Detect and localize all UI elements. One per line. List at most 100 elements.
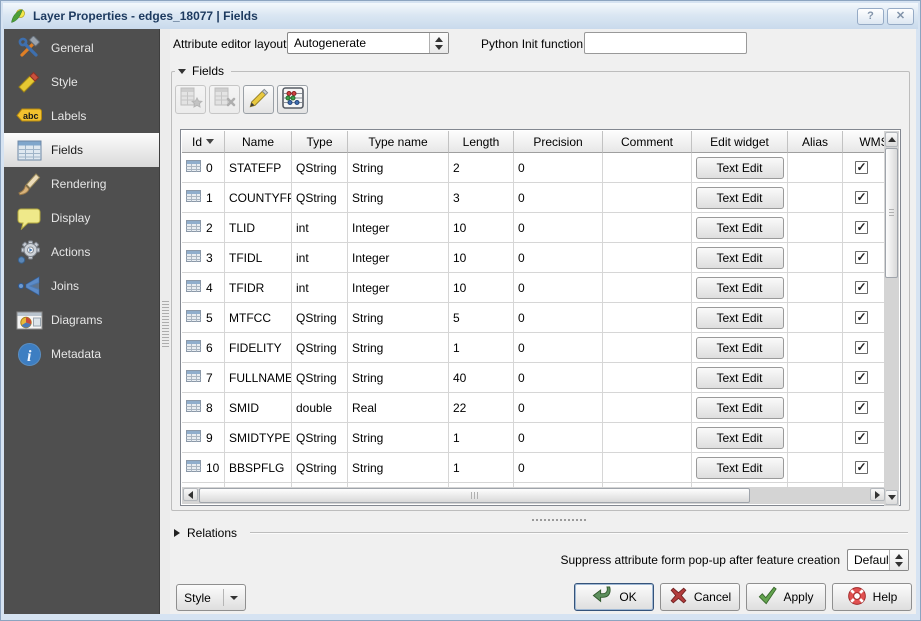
sidebar-item-general[interactable]: General <box>4 31 159 65</box>
combobox-spinner <box>429 33 448 53</box>
sidebar-splitter-handle[interactable] <box>159 29 170 614</box>
text-edit-widget-button[interactable]: Text Edit <box>696 277 784 299</box>
text-edit-widget-button[interactable]: Text Edit <box>696 367 784 389</box>
style-menu-button[interactable]: Style <box>176 584 246 611</box>
table-header-row: IdNameTypeType nameLengthPrecisionCommen… <box>182 131 885 153</box>
vertical-scrollbar[interactable] <box>884 131 899 506</box>
cell-wms: ✓ <box>843 273 885 303</box>
field-row[interactable]: 7FULLNAMEQStringString400Text Edit✓ <box>182 363 885 393</box>
cancel-x-icon <box>669 586 688 608</box>
field-row[interactable]: 8SMIDdoubleReal220Text Edit✓ <box>182 393 885 423</box>
field-row[interactable]: 2TLIDintInteger100Text Edit✓ <box>182 213 885 243</box>
text-edit-widget-button[interactable]: Text Edit <box>696 247 784 269</box>
sidebar-item-joins[interactable]: Joins <box>4 269 159 303</box>
cell-text: String <box>352 431 383 445</box>
cancel-button[interactable]: Cancel <box>660 583 740 611</box>
column-header-wms[interactable]: WMS <box>843 131 885 153</box>
vertical-scroll-thumb[interactable] <box>885 148 898 278</box>
column-header-comment[interactable]: Comment <box>603 131 692 153</box>
help-button-label: Help <box>873 590 898 604</box>
field-row[interactable]: 3TFIDLintInteger100Text Edit✓ <box>182 243 885 273</box>
panel-splitter-handle[interactable] <box>530 517 586 522</box>
text-edit-widget-button[interactable]: Text Edit <box>696 427 784 449</box>
cell-precision: 0 <box>514 183 603 213</box>
field-row[interactable]: 1COUNTYFPQStringString30Text Edit✓ <box>182 183 885 213</box>
text-edit-widget-button[interactable]: Text Edit <box>696 217 784 239</box>
wms-checkbox[interactable]: ✓ <box>855 341 868 354</box>
field-row[interactable]: 5MTFCCQStringString50Text Edit✓ <box>182 303 885 333</box>
sidebar-item-label: Rendering <box>51 177 106 191</box>
cell-id: 3 <box>182 243 225 273</box>
scroll-left-button[interactable] <box>183 488 198 501</box>
wms-checkbox[interactable]: ✓ <box>855 431 868 444</box>
arrow-up-icon <box>888 137 896 142</box>
wms-checkbox[interactable]: ✓ <box>855 401 868 414</box>
diagrams-icon <box>15 306 43 334</box>
field-calculator-button[interactable] <box>277 85 308 114</box>
attribute-editor-layout-combobox[interactable]: Autogenerate <box>287 32 449 54</box>
toggle-editing-button[interactable] <box>243 85 274 114</box>
field-row[interactable]: 10BBSPFLGQStringString10Text Edit✓ <box>182 453 885 483</box>
sidebar-item-actions[interactable]: Actions <box>4 235 159 269</box>
scroll-down-button[interactable] <box>885 490 898 505</box>
cell-edit-widget: Text Edit <box>692 243 788 273</box>
column-header-length[interactable]: Length <box>449 131 514 153</box>
cell-wms: ✓ <box>843 453 885 483</box>
wms-checkbox[interactable]: ✓ <box>855 311 868 324</box>
wms-checkbox[interactable]: ✓ <box>855 281 868 294</box>
cell-type-name: String <box>348 183 449 213</box>
wms-checkbox[interactable]: ✓ <box>855 371 868 384</box>
horizontal-scroll-thumb[interactable] <box>199 488 750 503</box>
help-titlebar-button[interactable]: ? <box>857 8 884 25</box>
help-button[interactable]: Help <box>832 583 912 611</box>
wms-checkbox[interactable]: ✓ <box>855 221 868 234</box>
sidebar-item-fields[interactable]: Fields <box>4 133 159 167</box>
cell-text: String <box>352 371 383 385</box>
text-edit-widget-button[interactable]: Text Edit <box>696 337 784 359</box>
cell-alias <box>788 243 843 273</box>
button-divider <box>223 589 224 606</box>
sidebar-item-display[interactable]: Display <box>4 201 159 235</box>
text-edit-widget-button[interactable]: Text Edit <box>696 157 784 179</box>
title-bar[interactable]: Layer Properties - edges_18077 | Fields … <box>3 3 918 29</box>
field-row[interactable]: 9SMIDTYPEQStringString10Text Edit✓ <box>182 423 885 453</box>
text-edit-widget-button[interactable]: Text Edit <box>696 457 784 479</box>
sidebar-item-rendering[interactable]: Rendering <box>4 167 159 201</box>
close-titlebar-button[interactable]: ✕ <box>887 8 914 25</box>
cell-length: 2 <box>449 153 514 183</box>
column-header-id[interactable]: Id <box>182 131 225 153</box>
field-row[interactable]: 0STATEFPQStringString20Text Edit✓ <box>182 153 885 183</box>
cell-type: int <box>292 213 348 243</box>
field-row[interactable]: 6FIDELITYQStringString10Text Edit✓ <box>182 333 885 363</box>
fields-group-header[interactable]: Fields <box>175 63 231 79</box>
relations-group-header[interactable]: Relations <box>174 525 237 541</box>
suppress-popup-combobox[interactable]: Default <box>847 549 909 571</box>
text-edit-widget-button[interactable]: Text Edit <box>696 187 784 209</box>
column-header-alias[interactable]: Alias <box>788 131 843 153</box>
wms-checkbox[interactable]: ✓ <box>855 251 868 264</box>
ok-button[interactable]: OK <box>574 583 654 611</box>
wms-checkbox[interactable]: ✓ <box>855 461 868 474</box>
column-header-precision[interactable]: Precision <box>514 131 603 153</box>
column-header-type-name[interactable]: Type name <box>348 131 449 153</box>
column-header-name[interactable]: Name <box>225 131 292 153</box>
scroll-right-button[interactable] <box>870 488 885 501</box>
scroll-up-button[interactable] <box>885 132 898 147</box>
sidebar-item-style[interactable]: Style <box>4 65 159 99</box>
field-row[interactable]: 4TFIDRintInteger100Text Edit✓ <box>182 273 885 303</box>
wms-checkbox[interactable]: ✓ <box>855 161 868 174</box>
sidebar-item-diagrams[interactable]: Diagrams <box>4 303 159 337</box>
sidebar-item-labels[interactable]: abcLabels <box>4 99 159 133</box>
cell-type: QString <box>292 303 348 333</box>
text-edit-widget-button[interactable]: Text Edit <box>696 307 784 329</box>
text-edit-widget-button[interactable]: Text Edit <box>696 397 784 419</box>
sidebar-item-metadata[interactable]: iMetadata <box>4 337 159 371</box>
apply-button[interactable]: Apply <box>746 583 826 611</box>
column-header-edit-widget[interactable]: Edit widget <box>692 131 788 153</box>
python-init-function-input[interactable] <box>584 32 747 54</box>
cell-text: int <box>296 221 309 235</box>
horizontal-scrollbar[interactable] <box>182 487 886 504</box>
column-header-type[interactable]: Type <box>292 131 348 153</box>
cell-length: 1 <box>449 333 514 363</box>
wms-checkbox[interactable]: ✓ <box>855 191 868 204</box>
